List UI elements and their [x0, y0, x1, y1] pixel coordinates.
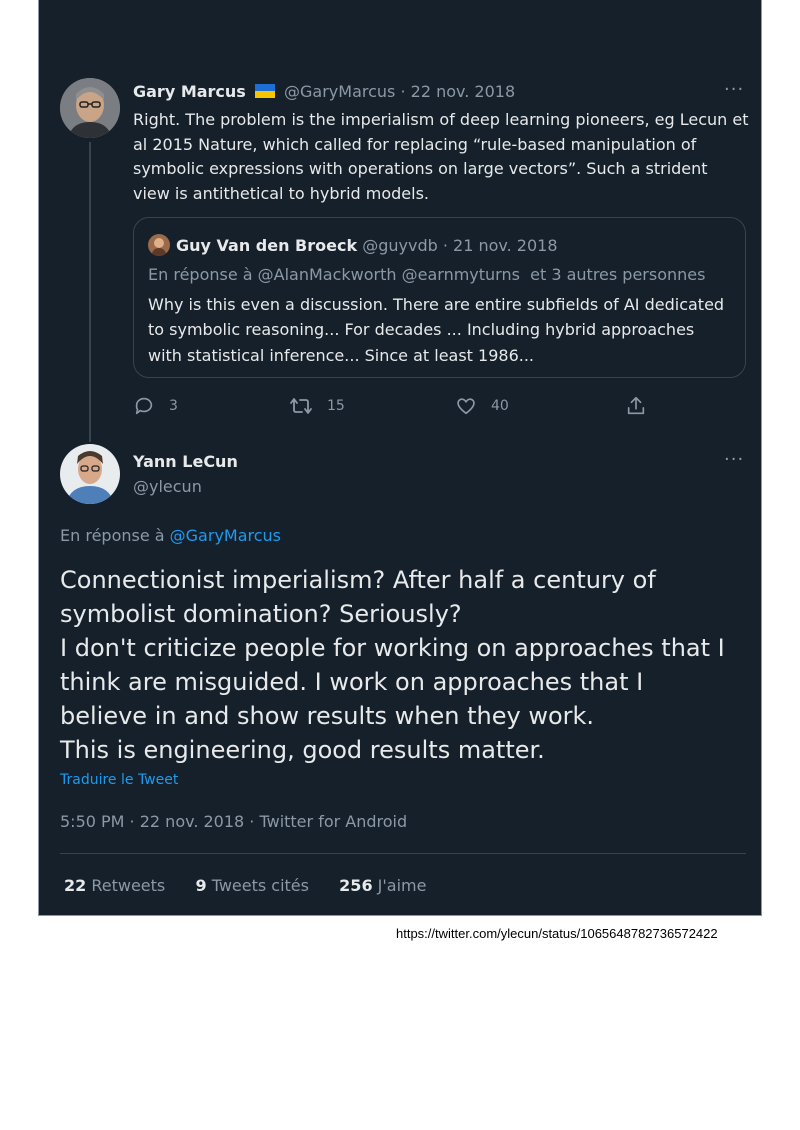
tweet2-body-line: Connectionist imperialism? After half a …	[60, 566, 656, 594]
tweet2-reply-prefix: En réponse à	[60, 526, 170, 545]
tweet1-body-line: Right. The problem is the imperialism of…	[133, 110, 749, 129]
quoted-author-name: Guy Van den Broeck	[176, 236, 358, 255]
tweet2-body: Connectionist imperialism? After half a …	[60, 563, 725, 767]
tweet2-stats: 22 Retweets 9 Tweets cités 256 J'aime	[64, 876, 426, 895]
quote-tweets-stat[interactable]: 9 Tweets cités	[195, 876, 309, 895]
quote-tweets-number: 9	[195, 876, 207, 895]
avatar-portrait-icon	[60, 444, 120, 504]
like-action[interactable]: 40	[455, 395, 509, 417]
quoted-reply-suffix: et 3 autres personnes	[519, 265, 706, 284]
ukraine-flag-icon	[254, 83, 275, 98]
tweet2-reply-context: En réponse à @GaryMarcus	[60, 526, 281, 545]
tweet2-reply-mention[interactable]: @GaryMarcus	[170, 526, 281, 545]
thread-connector-line	[89, 142, 91, 442]
retweet-icon	[290, 398, 312, 414]
tweet1-body: Right. The problem is the imperialism of…	[133, 108, 749, 207]
share-icon	[627, 396, 645, 415]
tweet1-handle-date[interactable]: @GaryMarcus · 22 nov. 2018	[284, 82, 515, 101]
quoted-handle-date: @guyvdb · 21 nov. 2018	[362, 236, 558, 255]
likes-stat[interactable]: 256 J'aime	[339, 876, 426, 895]
reply-count: 3	[169, 398, 178, 414]
gary-marcus-avatar[interactable]	[60, 78, 120, 138]
tweet2-handle[interactable]: @ylecun	[133, 477, 202, 496]
retweets-label: Retweets	[91, 876, 166, 895]
stats-divider	[60, 853, 746, 854]
tweet2-body-line: believe in and show results when they wo…	[60, 702, 595, 730]
retweets-number: 22	[64, 876, 87, 895]
quoted-body-line: to symbolic reasoning... For decades ...…	[148, 320, 695, 340]
source-url: https://twitter.com/ylecun/status/106564…	[396, 926, 718, 941]
translate-tweet-link[interactable]: Traduire le Tweet	[60, 772, 178, 788]
retweet-count: 15	[327, 398, 345, 414]
tweet2-body-line: This is engineering, good results matter…	[60, 736, 545, 764]
quoted-reply-mentions[interactable]: @AlanMackworth @earnmyturns	[258, 265, 520, 284]
quoted-tweet-header: Guy Van den Broeck @guyvdb · 21 nov. 201…	[176, 236, 558, 255]
tweet2-body-line: think are misguided. I work on approache…	[60, 668, 644, 696]
reply-icon	[135, 397, 153, 415]
quoted-reply-prefix: En réponse à	[148, 265, 258, 284]
quote-tweets-label: Tweets cités	[211, 876, 309, 895]
tweet2-timestamp-source[interactable]: 5:50 PM · 22 nov. 2018 · Twitter for And…	[60, 812, 407, 831]
guy-van-den-broeck-avatar	[148, 234, 170, 256]
tweet1-body-line: view is antithetical to hybrid models.	[133, 184, 429, 204]
tweet1-body-line: al 2015 Nature, which called for replaci…	[133, 134, 697, 154]
quoted-tweet-card[interactable]: Guy Van den Broeck @guyvdb · 21 nov. 201…	[133, 217, 746, 378]
quoted-body-line: Why is this even a discussion. There are…	[148, 295, 725, 314]
retweet-action[interactable]: 15	[289, 395, 345, 417]
tweet1-body-line: symbolic expressions with operations on …	[133, 159, 708, 179]
tweet2-more-icon[interactable]: ···	[724, 449, 744, 470]
share-action[interactable]	[625, 395, 661, 417]
avatar-portrait-icon	[60, 78, 120, 138]
likes-label: J'aime	[377, 876, 427, 895]
heart-icon	[457, 398, 475, 415]
tweet1-header: Gary Marcus @GaryMarcus · 22 nov. 2018	[133, 82, 515, 101]
tweet2-author-name[interactable]: Yann LeCun	[133, 452, 238, 471]
tweet-thread-panel: Gary Marcus @GaryMarcus · 22 nov. 2018 ·…	[38, 0, 762, 916]
tweet1-author-name[interactable]: Gary Marcus	[133, 82, 246, 101]
like-count: 40	[491, 398, 509, 414]
reply-action[interactable]: 3	[133, 395, 178, 417]
likes-number: 256	[339, 876, 373, 895]
quoted-reply-context: En réponse à @AlanMackworth @earnmyturns…	[148, 265, 705, 284]
tweet2-body-line: I don't criticize people for working on …	[60, 634, 725, 662]
retweets-stat[interactable]: 22 Retweets	[64, 876, 165, 895]
quoted-tweet-body: Why is this even a discussion. There are…	[148, 292, 724, 368]
yann-lecun-avatar[interactable]	[60, 444, 120, 504]
quoted-body-line: with statistical inference... Since at l…	[148, 345, 535, 365]
tweet1-more-icon[interactable]: ···	[724, 79, 744, 100]
tweet2-body-line: symbolist domination? Seriously?	[60, 600, 462, 628]
